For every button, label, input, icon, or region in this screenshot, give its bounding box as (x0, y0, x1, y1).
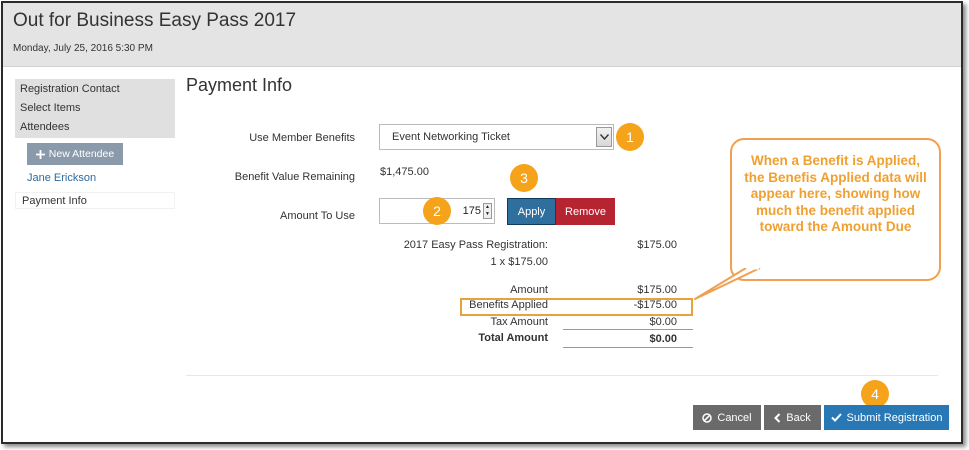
tax-amount-label: Tax Amount (490, 316, 548, 328)
tax-amount-value: $0.00 (649, 316, 677, 328)
back-button[interactable]: Back (764, 405, 821, 430)
callout-pointer (694, 268, 761, 300)
remove-button[interactable]: Remove (556, 198, 615, 225)
chevron-down-icon[interactable] (596, 127, 612, 147)
amount-label: Amount (510, 284, 548, 296)
cancel-label: Cancel (717, 411, 752, 424)
section-divider (186, 375, 938, 376)
item-price: $175.00 (637, 239, 677, 251)
back-label: Back (786, 411, 811, 424)
submit-label: Submit Registration (846, 411, 943, 424)
member-benefits-select[interactable]: Event Networking Ticket (379, 124, 614, 150)
total-underline (563, 347, 693, 348)
check-icon (830, 413, 842, 422)
sidebar-nav: Registration Contact Select Items Attend… (15, 79, 175, 209)
new-attendee-button[interactable]: New Attendee (27, 143, 123, 165)
cancel-button[interactable]: Cancel (693, 405, 761, 430)
plus-icon (35, 149, 45, 159)
page-header: Out for Business Easy Pass 2017 Monday, … (3, 3, 961, 67)
apply-button[interactable]: Apply (507, 198, 556, 225)
benefits-applied-value: -$175.00 (633, 299, 677, 311)
amount-to-use-label: Amount To Use (279, 210, 355, 222)
page-title: Payment Info (186, 75, 293, 95)
amount-value: $175.00 (637, 284, 677, 296)
total-divider (563, 329, 693, 330)
item-quantity: 1 x $175.00 (490, 256, 549, 268)
cancel-icon (702, 412, 713, 423)
step-badge-1: 1 (616, 123, 644, 151)
app-window: Out for Business Easy Pass 2017 Monday, … (1, 1, 963, 444)
attendee-link-jane-erickson[interactable]: Jane Erickson (27, 172, 175, 186)
member-benefits-label: Use Member Benefits (249, 132, 355, 144)
benefit-callout: When a Benefit is Applied, the Benefis A… (730, 138, 941, 281)
sidebar-item-payment-info[interactable]: Payment Info (15, 192, 175, 209)
step-badge-2: 2 (423, 197, 451, 225)
total-amount-value: $0.00 (649, 333, 677, 345)
benefit-remaining-value: $1,475.00 (380, 166, 429, 178)
total-amount-label: Total Amount (478, 332, 548, 344)
member-benefits-selected: Event Networking Ticket (392, 131, 510, 143)
step-badge-3: 3 (510, 164, 538, 192)
new-attendee-label: New Attendee (48, 148, 115, 160)
event-title: Out for Business Easy Pass 2017 (13, 10, 297, 31)
amount-stepper[interactable]: ▲ ▼ (483, 203, 492, 219)
step-badge-4: 4 (861, 380, 889, 408)
sidebar-item-select-items[interactable]: Select Items (15, 99, 175, 118)
stepper-down-icon[interactable]: ▼ (484, 211, 491, 218)
item-name: 2017 Easy Pass Registration: (403, 239, 548, 251)
chevron-left-icon (774, 412, 781, 423)
amount-to-use-value: 175 (462, 205, 481, 217)
event-datetime: Monday, July 25, 2016 5:30 PM (13, 43, 153, 54)
benefits-applied-label: Benefits Applied (469, 299, 548, 311)
benefit-remaining-label: Benefit Value Remaining (234, 171, 355, 183)
sidebar-item-attendees[interactable]: Attendees (15, 118, 175, 137)
stepper-up-icon[interactable]: ▲ (484, 204, 491, 211)
sidebar-item-registration-contact[interactable]: Registration Contact (15, 80, 175, 99)
submit-registration-button[interactable]: Submit Registration (824, 405, 949, 430)
sidebar-steps: Registration Contact Select Items Attend… (15, 79, 175, 138)
